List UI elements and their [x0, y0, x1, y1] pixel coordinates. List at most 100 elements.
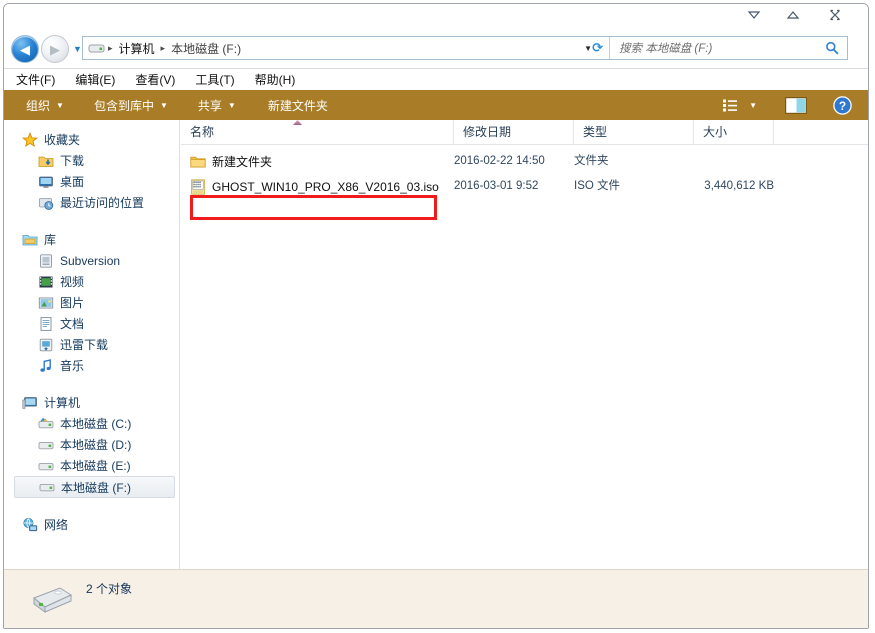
drive-icon [88, 42, 105, 55]
sidebar-item-pictures[interactable]: 图片 [4, 292, 179, 313]
sidebar-item-thunder-downloads-label: 迅雷下载 [60, 336, 108, 353]
minimize-icon [747, 10, 761, 20]
network-icon [22, 517, 38, 533]
file-type-cell: ISO 文件 [574, 176, 620, 197]
system-drive-icon [38, 416, 54, 432]
close-icon [828, 9, 842, 21]
menu-item-edit[interactable]: 编辑(E) [75, 71, 115, 88]
address-dropdown-icon[interactable]: ▼ [584, 44, 592, 53]
sidebar-gap [4, 498, 179, 514]
back-arrow-icon: ◀ [20, 43, 30, 56]
toolbar-organize-button[interactable]: 组织 ▼ [4, 97, 74, 114]
explorer-window: ◀ ▶ ▼ ▸ 计算机 ▸ 本地磁盘 (F:) ▼ ⟳ 搜索 本地磁 [3, 3, 869, 629]
library-icon [22, 232, 38, 248]
menu-item-file[interactable]: 文件(F) [16, 71, 55, 88]
column-header-row: 名称 修改日期 类型 大小 [181, 120, 868, 145]
sidebar-group-computer-label: 计算机 [44, 394, 80, 411]
sidebar-item-drive-f-label: 本地磁盘 (F:) [61, 479, 131, 496]
back-button[interactable]: ◀ [11, 35, 39, 63]
toolbar-new-folder-button[interactable]: 新建文件夹 [246, 97, 338, 114]
sidebar-item-recent-places[interactable]: 最近访问的位置 [4, 192, 179, 213]
desktop-icon [38, 174, 54, 190]
sidebar-item-thunder-downloads[interactable]: 迅雷下载 [4, 334, 179, 355]
change-view-button[interactable]: ▼ [716, 98, 763, 112]
sidebar-item-documents[interactable]: 文档 [4, 313, 179, 334]
thunder-downloads-icon [38, 337, 54, 353]
sidebar-item-drive-f[interactable]: 本地磁盘 (F:) [14, 476, 175, 498]
sidebar-item-downloads[interactable]: 下载 [4, 150, 179, 171]
drive-icon [39, 479, 55, 495]
maximize-button[interactable] [780, 6, 806, 24]
toolbar-new-folder-label: 新建文件夹 [268, 97, 328, 114]
file-name-cell[interactable]: GHOST_WIN10_PRO_X86_V2016_03.iso [190, 176, 439, 197]
breadcrumb: ▸ 计算机 ▸ 本地磁盘 (F:) [83, 39, 244, 58]
address-bar[interactable]: ▸ 计算机 ▸ 本地磁盘 (F:) ▼ ⟳ 搜索 本地磁盘 (F:) [82, 36, 848, 60]
preview-pane-icon [785, 97, 807, 114]
chevron-down-icon: ▼ [749, 101, 757, 110]
file-size-cell [694, 151, 774, 172]
file-type-cell: 文件夹 [574, 151, 609, 172]
file-modified-cell: 2016-02-22 14:50 [454, 151, 545, 172]
column-header-size[interactable]: 大小 [694, 120, 774, 144]
breadcrumb-item-computer[interactable]: 计算机 [116, 39, 158, 58]
star-icon [22, 132, 38, 148]
forward-button[interactable]: ▶ [41, 35, 69, 63]
toolbar-include-label: 包含到库中 [94, 97, 154, 114]
sidebar-group-network[interactable]: 网络 [4, 514, 179, 535]
menu-item-view[interactable]: 查看(V) [135, 71, 175, 88]
sidebar-item-drive-e[interactable]: 本地磁盘 (E:) [4, 455, 179, 476]
sidebar-item-music-label: 音乐 [60, 357, 84, 374]
sidebar-group-favorites[interactable]: 收藏夹 [4, 129, 179, 150]
history-dropdown-icon[interactable]: ▼ [73, 44, 82, 54]
search-icon[interactable] [825, 41, 839, 55]
toolbar-organize-label: 组织 [26, 97, 50, 114]
breadcrumb-item-drive-f[interactable]: 本地磁盘 (F:) [168, 39, 244, 58]
sidebar-item-drive-c-label: 本地磁盘 (C:) [60, 415, 131, 432]
file-name-cell[interactable]: 新建文件夹 [190, 151, 272, 172]
sidebar-gap [4, 376, 179, 392]
sidebar-item-drive-d[interactable]: 本地磁盘 (D:) [4, 434, 179, 455]
sidebar-item-drive-e-label: 本地磁盘 (E:) [60, 457, 131, 474]
file-list-pane: 名称 修改日期 类型 大小 新建文件夹 2016-02-22 14:50 文件夹 [181, 120, 868, 570]
column-header-type[interactable]: 类型 [574, 120, 694, 144]
toolbar-include-in-library-button[interactable]: 包含到库中 ▼ [74, 97, 178, 114]
column-header-modified[interactable]: 修改日期 [454, 120, 574, 144]
sidebar-item-subversion[interactable]: Subversion [4, 250, 179, 271]
status-bar: 2 个对象 [4, 569, 868, 628]
downloads-folder-icon [38, 153, 54, 169]
file-name-label: GHOST_WIN10_PRO_X86_V2016_03.iso [212, 180, 439, 194]
sidebar-group-libraries[interactable]: 库 [4, 229, 179, 250]
search-input[interactable]: 搜索 本地磁盘 (F:) [610, 40, 825, 56]
menu-item-help[interactable]: 帮助(H) [255, 71, 296, 88]
content-area: 收藏夹 下载 桌面 [4, 120, 868, 570]
table-row[interactable]: GHOST_WIN10_PRO_X86_V2016_03.iso 2016-03… [181, 176, 868, 197]
toolbar-share-button[interactable]: 共享 ▼ [178, 97, 246, 114]
close-button[interactable] [822, 6, 848, 24]
music-icon [38, 358, 54, 374]
maximize-icon [786, 10, 800, 20]
sidebar-item-videos[interactable]: 视频 [4, 271, 179, 292]
menu-bar: 文件(F) 编辑(E) 查看(V) 工具(T) 帮助(H) [4, 68, 868, 90]
sidebar-gap [4, 213, 179, 229]
refresh-icon[interactable]: ⟳ [592, 40, 603, 56]
sidebar-group-network-label: 网络 [44, 516, 68, 533]
preview-pane-button[interactable] [763, 97, 813, 114]
minimize-button[interactable] [741, 6, 767, 24]
search-box[interactable]: 搜索 本地磁盘 (F:) [609, 37, 847, 59]
file-name-label: 新建文件夹 [212, 153, 272, 170]
videos-icon [38, 274, 54, 290]
sidebar-item-desktop-label: 桌面 [60, 173, 84, 190]
sidebar-item-music[interactable]: 音乐 [4, 355, 179, 376]
sidebar-item-desktop[interactable]: 桌面 [4, 171, 179, 192]
address-bar-row: ◀ ▶ ▼ ▸ 计算机 ▸ 本地磁盘 (F:) ▼ ⟳ 搜索 本地磁 [4, 31, 868, 68]
pictures-icon [38, 295, 54, 311]
column-header-name[interactable]: 名称 [181, 120, 454, 144]
drive-icon [38, 437, 54, 453]
sidebar-group-computer[interactable]: 计算机 [4, 392, 179, 413]
sidebar-item-videos-label: 视频 [60, 273, 84, 290]
sidebar-item-drive-c[interactable]: 本地磁盘 (C:) [4, 413, 179, 434]
sidebar-item-subversion-label: Subversion [60, 254, 120, 268]
menu-item-tools[interactable]: 工具(T) [195, 71, 234, 88]
help-button[interactable]: ? [813, 96, 868, 115]
table-row[interactable]: 新建文件夹 2016-02-22 14:50 文件夹 [181, 151, 868, 172]
